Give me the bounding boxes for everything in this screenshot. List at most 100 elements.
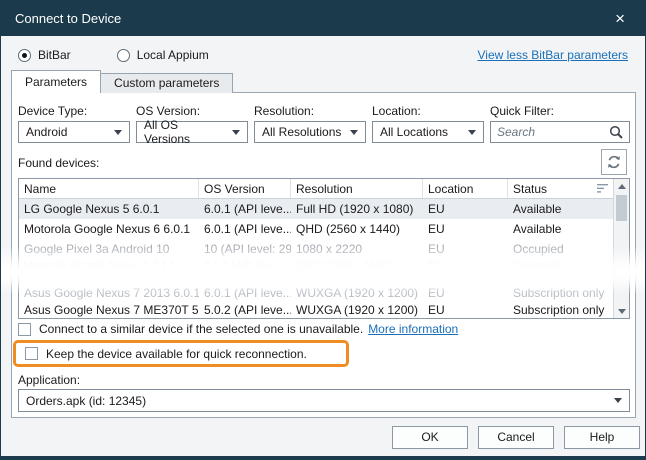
table-row[interactable]: Google Pixel 3a Android 10 10 (API level… bbox=[19, 239, 629, 259]
cell-location: EU bbox=[423, 260, 508, 272]
cell-resolution: QHD (2560 x 1440) bbox=[291, 222, 423, 236]
os-version-select[interactable]: All OS Versions bbox=[136, 121, 248, 143]
application-value: Orders.apk (id: 12345) bbox=[26, 394, 146, 408]
scroll-up-button[interactable] bbox=[614, 179, 629, 193]
cell-location: EU bbox=[423, 242, 508, 256]
resolution-select[interactable]: All Resolutions bbox=[254, 121, 366, 143]
column-header-location[interactable]: Location bbox=[423, 179, 508, 198]
status-header-label: Status bbox=[513, 182, 547, 196]
application-label: Application: bbox=[18, 373, 80, 387]
dialog-body: Connect to Device × BitBar Local Appium … bbox=[1, 0, 645, 456]
os-version-value: All OS Versions bbox=[144, 118, 226, 146]
cell-os-version: 6.0.1 (API leve... bbox=[199, 202, 291, 216]
radio-local-appium-label: Local Appium bbox=[137, 48, 209, 62]
connect-to-device-dialog: Connect to Device × BitBar Local Appium … bbox=[0, 0, 646, 460]
table-elision-gap bbox=[19, 273, 629, 284]
device-type-field: Device Type: Android bbox=[18, 104, 130, 143]
resolution-field: Resolution: All Resolutions bbox=[254, 104, 366, 143]
dialog-footer: OK Cancel Help bbox=[1, 418, 645, 456]
quick-filter-field: Quick Filter: bbox=[490, 104, 630, 143]
sort-icon bbox=[596, 183, 609, 194]
cell-name: Google Pixel 3a Android 10 bbox=[19, 242, 199, 256]
keep-device-checkbox[interactable] bbox=[25, 347, 38, 360]
device-type-value: Android bbox=[26, 125, 67, 139]
cell-name: Asus Google Nexus 7 2013 6.0.1 bbox=[19, 286, 199, 300]
cell-status: Subscription only bbox=[508, 303, 613, 317]
view-bitbar-parameters-link[interactable]: View less BitBar parameters bbox=[477, 48, 628, 62]
titlebar: Connect to Device × bbox=[1, 0, 645, 36]
os-version-field: OS Version: All OS Versions bbox=[136, 104, 248, 143]
cell-os-version: 10 (API level: 29) bbox=[199, 242, 291, 256]
location-value: All Locations bbox=[380, 125, 448, 139]
cell-status: Subscription only bbox=[508, 286, 613, 300]
refresh-button[interactable] bbox=[601, 149, 627, 175]
cell-resolution: WUXGA (1920 x 1200) bbox=[291, 286, 423, 300]
device-type-label: Device Type: bbox=[18, 104, 130, 119]
os-version-label: OS Version: bbox=[136, 104, 248, 119]
radio-local-appium[interactable]: Local Appium bbox=[117, 48, 209, 62]
search-icon bbox=[609, 125, 623, 139]
devices-table: Name OS Version Resolution Location Stat… bbox=[18, 178, 630, 319]
keep-device-label: Keep the device available for quick reco… bbox=[46, 347, 307, 361]
radio-button-icon[interactable] bbox=[18, 49, 31, 62]
table-row[interactable]: Motorola Google Nexus 6 6.0.1 6.0.1 (API… bbox=[19, 219, 629, 239]
more-information-link[interactable]: More information bbox=[368, 322, 458, 336]
scroll-down-button[interactable] bbox=[614, 304, 629, 318]
scrollbar-thumb[interactable] bbox=[616, 195, 627, 221]
tab-parameters[interactable]: Parameters bbox=[11, 70, 101, 93]
cell-resolution: 1080 x 2220 bbox=[291, 242, 423, 256]
cell-os-version: 5.0.2 (API leve... bbox=[199, 303, 291, 317]
similar-device-checkbox[interactable] bbox=[18, 323, 31, 336]
annotation-highlight-box: Keep the device available for quick reco… bbox=[13, 340, 349, 367]
dialog-title: Connect to Device bbox=[15, 11, 121, 26]
radio-bitbar[interactable]: BitBar bbox=[18, 48, 71, 62]
help-button[interactable]: Help bbox=[564, 426, 640, 449]
triangle-down-icon bbox=[618, 309, 626, 314]
cell-name: LG Google Nexus 5 6.0.1 bbox=[19, 202, 199, 216]
location-field: Location: All Locations bbox=[372, 104, 484, 143]
similar-device-option: Connect to a similar device if the selec… bbox=[18, 322, 458, 336]
table-row[interactable]: Asus Google Nexus 7 ME370T 5.0.2 5.0.2 (… bbox=[19, 301, 629, 318]
cancel-button[interactable]: Cancel bbox=[478, 426, 554, 449]
tab-bar: Parameters Custom parameters bbox=[11, 70, 232, 93]
table-header: Name OS Version Resolution Location Stat… bbox=[19, 179, 629, 199]
triangle-up-icon bbox=[618, 184, 626, 189]
similar-device-label: Connect to a similar device if the selec… bbox=[39, 322, 363, 336]
search-input[interactable] bbox=[497, 125, 609, 139]
refresh-icon bbox=[606, 154, 622, 170]
cell-location: EU bbox=[423, 202, 508, 216]
cell-resolution: Full HD (1920 x 1080) bbox=[291, 202, 423, 216]
application-select[interactable]: Orders.apk (id: 12345) bbox=[18, 389, 630, 412]
device-type-select[interactable]: Android bbox=[18, 121, 130, 143]
column-header-status[interactable]: Status bbox=[508, 179, 613, 198]
column-header-name[interactable]: Name bbox=[19, 179, 199, 198]
cell-location: EU bbox=[423, 222, 508, 236]
tab-custom-parameters[interactable]: Custom parameters bbox=[100, 73, 233, 93]
radio-button-icon[interactable] bbox=[117, 49, 130, 62]
found-devices-label: Found devices: bbox=[18, 156, 99, 170]
vertical-scrollbar[interactable] bbox=[613, 179, 629, 318]
cell-os-version: 6.0.1 (API leve... bbox=[199, 222, 291, 236]
table-row[interactable]: Asus Google Nexus 7 2013 6.0.1 6.0.1 (AP… bbox=[19, 284, 629, 301]
table-row[interactable]: Motorola Google Nexus 6 7.1.1 7.1.1 (API… bbox=[19, 259, 629, 273]
cell-os-version: 6.0.1 (API leve... bbox=[199, 286, 291, 300]
ok-button[interactable]: OK bbox=[392, 426, 468, 449]
table-row[interactable]: LG Google Nexus 5 6.0.1 6.0.1 (API leve.… bbox=[19, 199, 629, 219]
chevron-down-icon bbox=[350, 130, 358, 135]
cell-status: Available bbox=[508, 202, 613, 216]
chevron-down-icon bbox=[232, 130, 240, 135]
quick-filter-label: Quick Filter: bbox=[490, 104, 630, 119]
location-label: Location: bbox=[372, 104, 484, 119]
cell-location: EU bbox=[423, 286, 508, 300]
quick-filter-box bbox=[490, 121, 630, 143]
column-header-resolution[interactable]: Resolution bbox=[291, 179, 423, 198]
radio-bitbar-label: BitBar bbox=[38, 48, 71, 62]
resolution-label: Resolution: bbox=[254, 104, 366, 119]
cell-resolution: QHD (2560 x 1440) bbox=[291, 260, 423, 272]
resolution-value: All Resolutions bbox=[262, 125, 341, 139]
close-icon[interactable]: × bbox=[609, 8, 631, 29]
cell-name: Asus Google Nexus 7 ME370T 5.0.2 bbox=[19, 303, 199, 317]
location-select[interactable]: All Locations bbox=[372, 121, 484, 143]
column-header-os-version[interactable]: OS Version bbox=[199, 179, 291, 198]
cell-name: Motorola Google Nexus 6 7.1.1 bbox=[19, 260, 199, 272]
